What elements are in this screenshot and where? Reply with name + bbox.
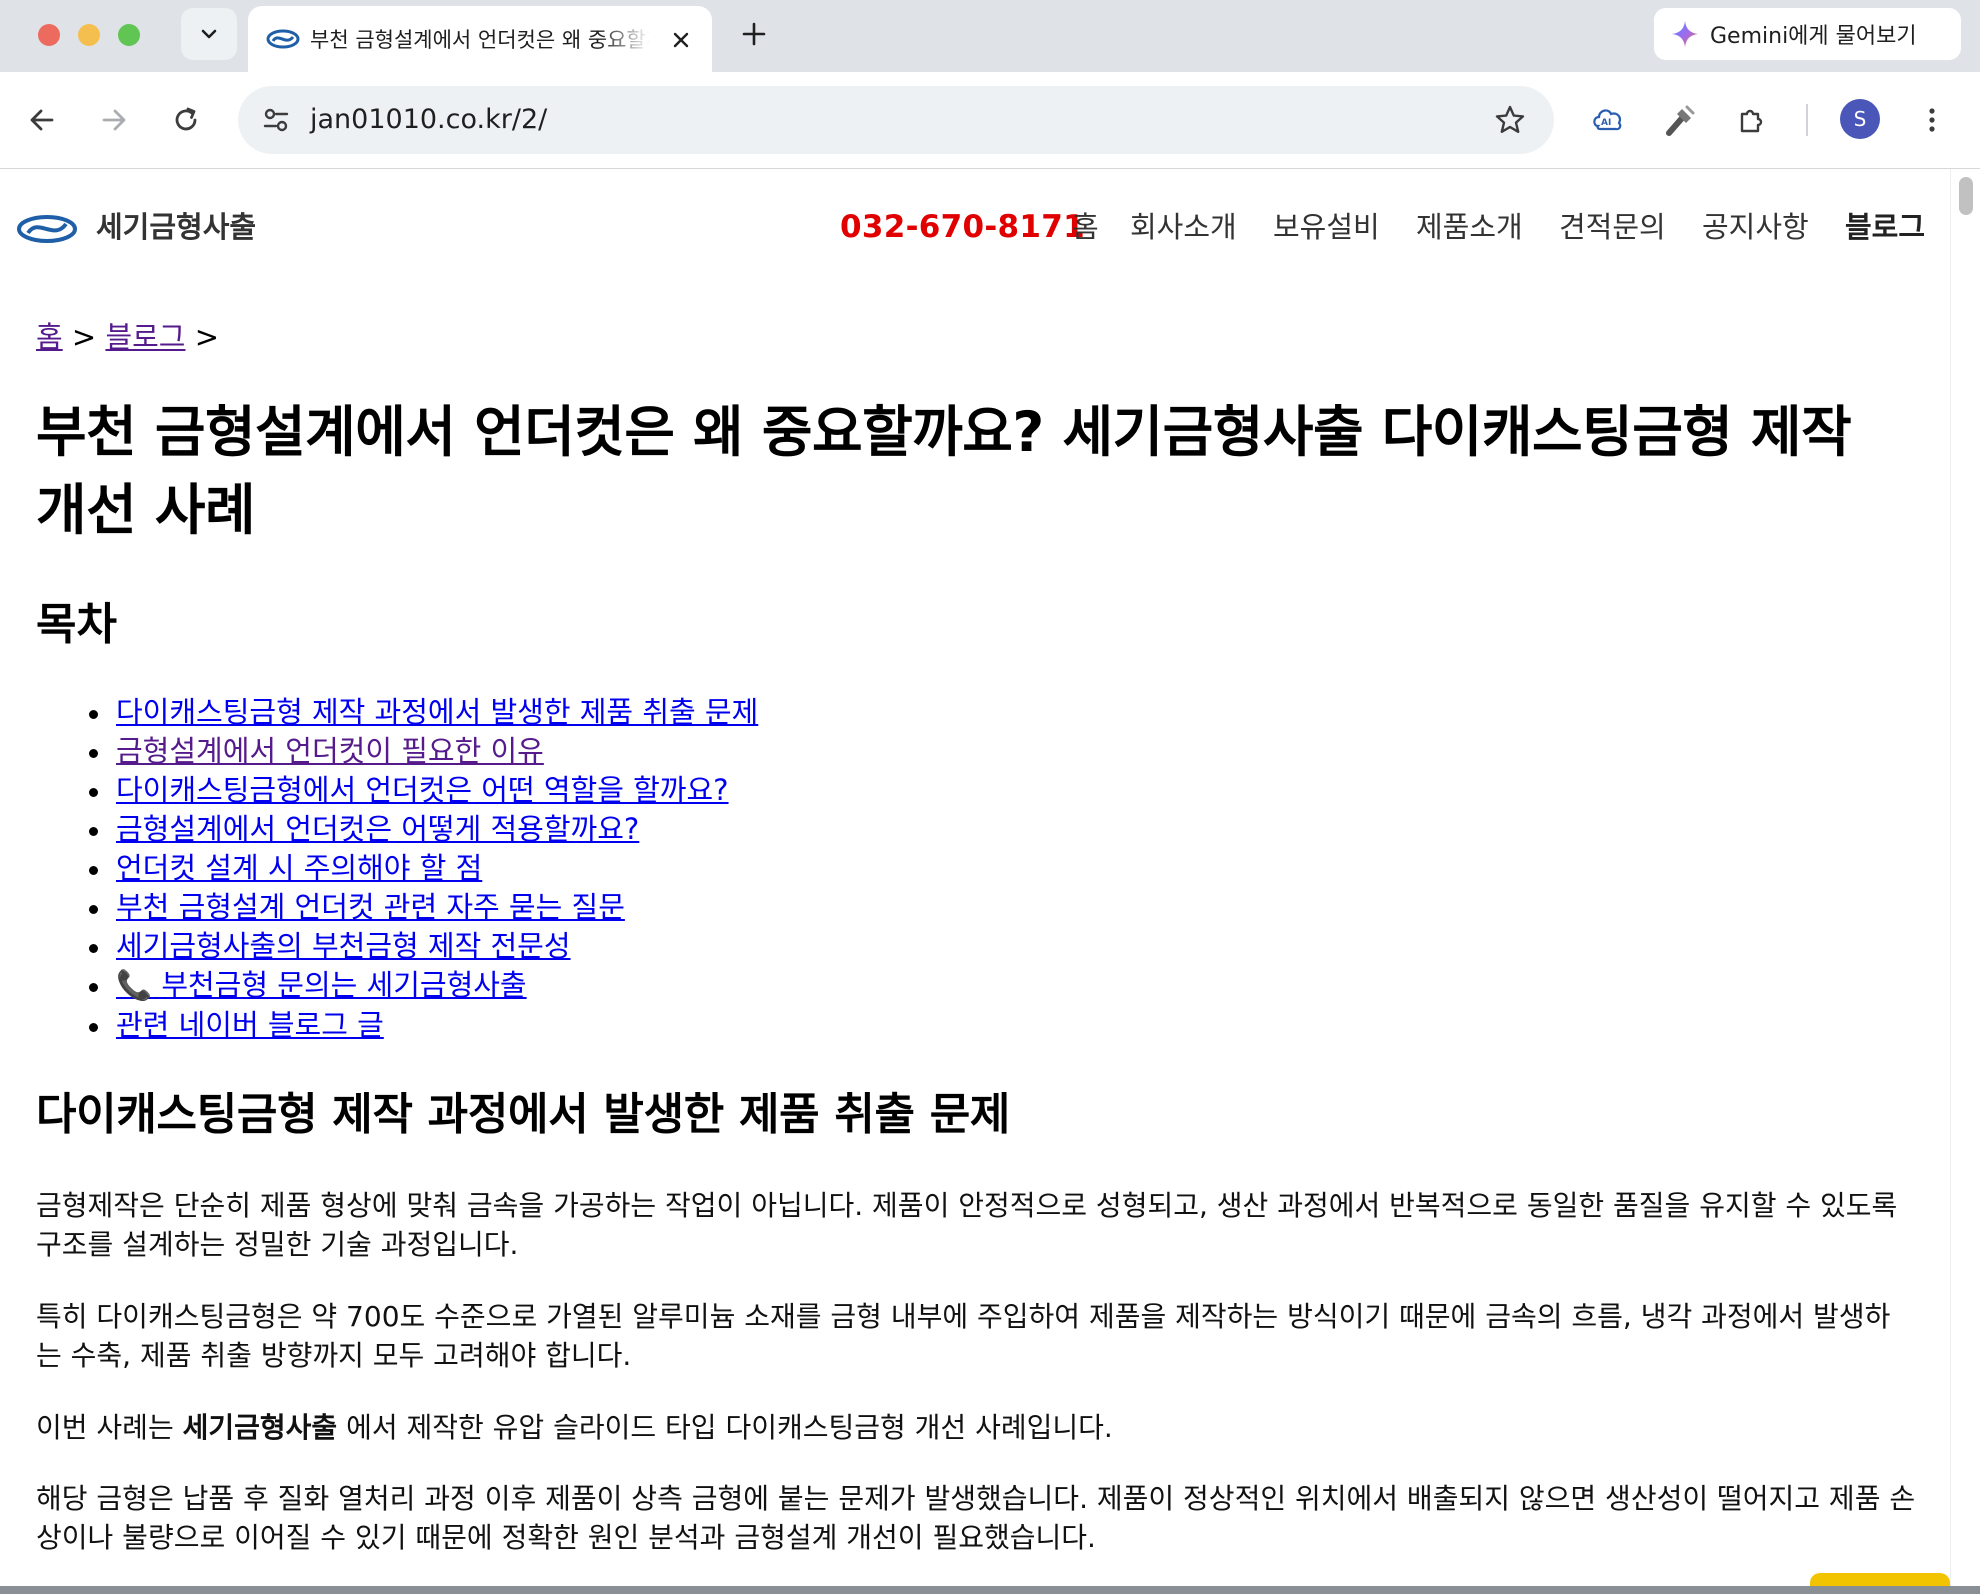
new-tab-button[interactable] — [736, 16, 772, 52]
breadcrumb-blog-link[interactable]: 블로그 — [105, 320, 185, 354]
toc-item: 언더컷 설계 시 주의해야 할 점 — [80, 849, 758, 888]
tab-close-button[interactable] — [666, 25, 696, 55]
tools-extension-button[interactable] — [1658, 98, 1702, 142]
nav-products[interactable]: 제품소개 — [1416, 207, 1523, 247]
svg-text:AI: AI — [1601, 118, 1611, 128]
toc-item: 다이캐스팅금형 제작 과정에서 발생한 제품 취출 문제 — [80, 693, 758, 732]
ai-extension-icon: AI — [1593, 109, 1622, 131]
tab-search-button[interactable] — [181, 8, 237, 60]
puzzle-icon — [1740, 109, 1763, 133]
toc-link-undercut-role[interactable]: 다이캐스팅금형에서 언더컷은 어떤 역할을 할까요? — [116, 773, 729, 807]
page-scrollbar[interactable] — [1950, 169, 1980, 1586]
profile-avatar[interactable]: S — [1840, 99, 1880, 139]
window-zoom-button[interactable] — [118, 24, 140, 46]
reload-button[interactable] — [164, 98, 208, 142]
address-bar[interactable]: jan01010.co.kr/2/ — [238, 86, 1554, 154]
toc-item: 관련 네이버 블로그 글 — [80, 1006, 758, 1045]
paragraph-text: 이번 사례는 — [36, 1411, 183, 1444]
tune-icon — [263, 108, 289, 132]
browser-menu-button[interactable] — [1910, 98, 1954, 142]
toc-link-product-ejection[interactable]: 다이캐스팅금형 제작 과정에서 발생한 제품 취출 문제 — [116, 695, 758, 729]
ai-extension-button[interactable]: AI — [1586, 98, 1630, 142]
paragraph: 금형제작은 단순히 제품 형상에 맞춰 금속을 가공하는 작업이 아닙니다. 제… — [36, 1189, 1898, 1261]
wrench-icon — [1666, 105, 1695, 136]
plus-icon — [742, 22, 766, 46]
toc-link-faq[interactable]: 부천 금형설계 언더컷 관련 자주 묻는 질문 — [116, 890, 625, 924]
ask-gemini-button[interactable]: Gemini에게 물어보기 — [1654, 8, 1961, 60]
site-name-link[interactable]: 세기금형사출 — [96, 207, 256, 247]
paragraph: 특히 다이캐스팅금형은 약 700도 수준으로 가열된 알루미늄 소재를 금형 … — [36, 1300, 1891, 1372]
more-vertical-icon — [1929, 108, 1935, 132]
arrow-right-icon — [102, 109, 126, 131]
section-heading: 다이캐스팅금형 제작 과정에서 발생한 제품 취출 문제 — [36, 1089, 1011, 1140]
breadcrumb: 홈 > 블로그 > — [36, 317, 219, 357]
toc-link-why-undercut[interactable]: 금형설계에서 언더컷이 필요한 이유 — [116, 734, 544, 768]
back-button[interactable] — [20, 98, 64, 142]
toolbar-separator — [1806, 104, 1808, 136]
toc-item: 세기금형사출의 부천금형 제작 전문성 — [80, 927, 758, 966]
tab-strip: 부천 금형설계에서 언더컷은 왜 중요할까요? 세기금형사출 다이캐스팅금형 제… — [0, 0, 1980, 72]
close-icon — [673, 32, 689, 48]
forward-button[interactable] — [92, 98, 136, 142]
breadcrumb-home-link[interactable]: 홈 — [36, 320, 63, 354]
paragraph: 해당 금형은 납품 후 질화 열처리 과정 이후 제품이 상측 금형에 붙는 문… — [36, 1482, 1916, 1554]
chevron-down-icon — [201, 29, 217, 39]
table-of-contents: 다이캐스팅금형 제작 과정에서 발생한 제품 취출 문제 금형설계에서 언더컷이… — [80, 693, 758, 1045]
arrow-left-icon — [30, 109, 54, 131]
window-close-button[interactable] — [38, 24, 60, 46]
toc-heading: 목차 — [36, 599, 117, 650]
gemini-sparkle-icon — [1672, 21, 1698, 47]
toc-link-expertise[interactable]: 세기금형사출의 부천금형 제작 전문성 — [116, 929, 571, 963]
toc-item: 부천 금형설계 언더컷 관련 자주 묻는 질문 — [80, 888, 758, 927]
company-name-bold: 세기금형사출 — [182, 1411, 338, 1444]
page-title: 부천 금형설계에서 언더컷은 왜 중요할까요? 세기금형사출 다이캐스팅금형 제… — [36, 400, 1852, 542]
ask-gemini-label: Gemini에게 물어보기 — [1710, 24, 1917, 49]
star-outline-icon — [1495, 105, 1525, 133]
site-info-button[interactable] — [254, 98, 298, 142]
toc-link-apply-undercut[interactable]: 금형설계에서 언더컷은 어떻게 적용할까요? — [116, 812, 639, 846]
breadcrumb-separator: > — [194, 320, 220, 354]
paragraph-text: 에서 제작한 유압 슬라이드 타입 다이캐스팅금형 개선 사례입니다. — [337, 1411, 1113, 1444]
floating-widget[interactable] — [1810, 1573, 1950, 1586]
reload-icon — [175, 107, 197, 131]
browser-toolbar: jan01010.co.kr/2/ AI S — [0, 72, 1980, 169]
url-text[interactable]: jan01010.co.kr/2/ — [310, 104, 547, 136]
page-content: 세기금형사출 032-670-8171 홈 회사소개 보유설비 제품소개 견적문… — [0, 169, 1950, 1586]
toc-link-contact[interactable]: 📞 부천금형 문의는 세기금형사출 — [116, 968, 527, 1002]
nav-home[interactable]: 홈 — [1072, 207, 1099, 247]
nav-notice[interactable]: 공지사항 — [1702, 207, 1809, 247]
phone-number-link[interactable]: 032-670-8171 — [840, 207, 1085, 247]
toc-item: 📞 부천금형 문의는 세기금형사출 — [80, 966, 758, 1006]
company-logo-icon[interactable] — [16, 213, 78, 245]
toc-item: 다이캐스팅금형에서 언더컷은 어떤 역할을 할까요? — [80, 771, 758, 810]
toc-item: 금형설계에서 언더컷이 필요한 이유 — [80, 732, 758, 771]
nav-about[interactable]: 회사소개 — [1130, 207, 1237, 247]
bookmark-button[interactable] — [1488, 98, 1532, 142]
breadcrumb-separator: > — [71, 320, 97, 354]
tab-title: 부천 금형설계에서 언더컷은 왜 중요할까요? 세기금형사출 다이캐스팅금형 제… — [310, 28, 650, 52]
toc-link-cautions[interactable]: 언더컷 설계 시 주의해야 할 점 — [116, 851, 482, 885]
nav-equipment[interactable]: 보유설비 — [1273, 207, 1380, 247]
scrollbar-thumb[interactable] — [1959, 177, 1973, 215]
paragraph: 이번 사례는 세기금형사출 에서 제작한 유압 슬라이드 타입 다이캐스팅금형 … — [36, 1408, 1916, 1447]
window-minimize-button[interactable] — [78, 24, 100, 46]
extensions-button[interactable] — [1730, 98, 1774, 142]
nav-quote[interactable]: 견적문의 — [1559, 207, 1666, 247]
window-bottom-edge — [0, 1586, 1980, 1594]
nav-blog[interactable]: 블로그 — [1845, 207, 1925, 247]
toc-item: 금형설계에서 언더컷은 어떻게 적용할까요? — [80, 810, 758, 849]
toc-link-naver-blog[interactable]: 관련 네이버 블로그 글 — [116, 1008, 384, 1042]
active-tab[interactable]: 부천 금형설계에서 언더컷은 왜 중요할까요? 세기금형사출 다이캐스팅금형 제… — [248, 6, 712, 72]
site-logo-icon — [266, 29, 300, 49]
